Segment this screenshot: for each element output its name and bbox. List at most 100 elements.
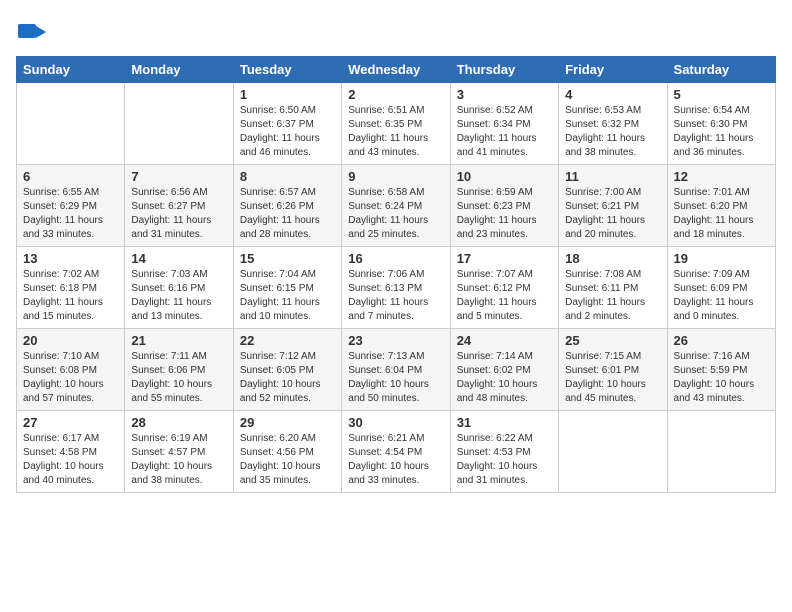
calendar-cell: 18 Sunrise: 7:08 AM Sunset: 6:11 PM Dayli… <box>559 247 667 329</box>
weekday-header-tuesday: Tuesday <box>233 57 341 83</box>
day-info: Sunrise: 6:17 AM Sunset: 4:58 PM Dayligh… <box>23 432 118 488</box>
calendar-cell: 14 Sunrise: 7:03 AM Sunset: 6:16 PM Dayli… <box>125 247 233 329</box>
day-info: Sunrise: 6:59 AM Sunset: 6:23 PM Dayligh… <box>457 186 552 242</box>
day-info: Sunrise: 6:21 AM Sunset: 4:54 PM Dayligh… <box>348 432 443 488</box>
day-number: 29 <box>240 415 335 430</box>
calendar-cell: 13Sunrise: 7:02 AM Sunset: 6:18 PM Dayli… <box>17 247 125 329</box>
day-number: 18 <box>565 251 660 266</box>
calendar-cell: 30 Sunrise: 6:21 AM Sunset: 4:54 PM Dayli… <box>342 411 450 493</box>
day-number: 26 <box>674 333 769 348</box>
calendar-cell: 29 Sunrise: 6:20 AM Sunset: 4:56 PM Dayli… <box>233 411 341 493</box>
calendar-cell: 28 Sunrise: 6:19 AM Sunset: 4:57 PM Dayli… <box>125 411 233 493</box>
calendar-cell <box>559 411 667 493</box>
day-info: Sunrise: 7:02 AM Sunset: 6:18 PM Dayligh… <box>23 268 118 324</box>
day-number: 9 <box>348 169 443 184</box>
day-number: 5 <box>674 87 769 102</box>
day-info: Sunrise: 7:16 AM Sunset: 5:59 PM Dayligh… <box>674 350 769 406</box>
day-number: 24 <box>457 333 552 348</box>
day-number: 14 <box>131 251 226 266</box>
day-info: Sunrise: 6:56 AM Sunset: 6:27 PM Dayligh… <box>131 186 226 242</box>
day-number: 16 <box>348 251 443 266</box>
calendar-cell: 7 Sunrise: 6:56 AM Sunset: 6:27 PM Daylig… <box>125 165 233 247</box>
weekday-header-monday: Monday <box>125 57 233 83</box>
day-info: Sunrise: 7:03 AM Sunset: 6:16 PM Dayligh… <box>131 268 226 324</box>
day-number: 17 <box>457 251 552 266</box>
day-info: Sunrise: 6:54 AM Sunset: 6:30 PM Dayligh… <box>674 104 769 160</box>
calendar-cell: 6 Sunrise: 6:55 AM Sunset: 6:29 PM Daylig… <box>17 165 125 247</box>
day-info: Sunrise: 6:52 AM Sunset: 6:34 PM Dayligh… <box>457 104 552 160</box>
calendar-cell: 9 Sunrise: 6:58 AM Sunset: 6:24 PM Daylig… <box>342 165 450 247</box>
calendar-week-row: 1 Sunrise: 6:50 AM Sunset: 6:37 PM Daylig… <box>17 83 776 165</box>
day-number: 7 <box>131 169 226 184</box>
calendar-cell: 10 Sunrise: 6:59 AM Sunset: 6:23 PM Dayli… <box>450 165 558 247</box>
calendar-week-row: 13Sunrise: 7:02 AM Sunset: 6:18 PM Dayli… <box>17 247 776 329</box>
day-info: Sunrise: 6:55 AM Sunset: 6:29 PM Dayligh… <box>23 186 118 242</box>
day-info: Sunrise: 7:11 AM Sunset: 6:06 PM Dayligh… <box>131 350 226 406</box>
calendar-cell: 1 Sunrise: 6:50 AM Sunset: 6:37 PM Daylig… <box>233 83 341 165</box>
day-number: 3 <box>457 87 552 102</box>
day-number: 1 <box>240 87 335 102</box>
day-number: 11 <box>565 169 660 184</box>
day-number: 30 <box>348 415 443 430</box>
calendar-cell <box>17 83 125 165</box>
calendar-cell: 26 Sunrise: 7:16 AM Sunset: 5:59 PM Dayli… <box>667 329 775 411</box>
calendar-cell: 4 Sunrise: 6:53 AM Sunset: 6:32 PM Daylig… <box>559 83 667 165</box>
day-info: Sunrise: 7:09 AM Sunset: 6:09 PM Dayligh… <box>674 268 769 324</box>
day-number: 31 <box>457 415 552 430</box>
calendar-cell <box>125 83 233 165</box>
header <box>16 16 776 48</box>
day-number: 20 <box>23 333 118 348</box>
weekday-header-row: SundayMondayTuesdayWednesdayThursdayFrid… <box>17 57 776 83</box>
day-info: Sunrise: 7:00 AM Sunset: 6:21 PM Dayligh… <box>565 186 660 242</box>
day-info: Sunrise: 7:07 AM Sunset: 6:12 PM Dayligh… <box>457 268 552 324</box>
calendar-cell: 3 Sunrise: 6:52 AM Sunset: 6:34 PM Daylig… <box>450 83 558 165</box>
day-info: Sunrise: 6:53 AM Sunset: 6:32 PM Dayligh… <box>565 104 660 160</box>
calendar-cell: 24 Sunrise: 7:14 AM Sunset: 6:02 PM Dayli… <box>450 329 558 411</box>
weekday-header-friday: Friday <box>559 57 667 83</box>
day-number: 25 <box>565 333 660 348</box>
day-info: Sunrise: 6:20 AM Sunset: 4:56 PM Dayligh… <box>240 432 335 488</box>
day-info: Sunrise: 6:57 AM Sunset: 6:26 PM Dayligh… <box>240 186 335 242</box>
day-number: 2 <box>348 87 443 102</box>
day-number: 6 <box>23 169 118 184</box>
day-info: Sunrise: 6:51 AM Sunset: 6:35 PM Dayligh… <box>348 104 443 160</box>
day-number: 4 <box>565 87 660 102</box>
calendar-cell: 17 Sunrise: 7:07 AM Sunset: 6:12 PM Dayli… <box>450 247 558 329</box>
day-number: 12 <box>674 169 769 184</box>
calendar-cell: 11 Sunrise: 7:00 AM Sunset: 6:21 PM Dayli… <box>559 165 667 247</box>
day-info: Sunrise: 7:14 AM Sunset: 6:02 PM Dayligh… <box>457 350 552 406</box>
day-info: Sunrise: 7:01 AM Sunset: 6:20 PM Dayligh… <box>674 186 769 242</box>
calendar-cell: 12 Sunrise: 7:01 AM Sunset: 6:20 PM Dayli… <box>667 165 775 247</box>
calendar-cell: 15 Sunrise: 7:04 AM Sunset: 6:15 PM Dayli… <box>233 247 341 329</box>
day-number: 10 <box>457 169 552 184</box>
calendar-cell: 25Sunrise: 7:15 AM Sunset: 6:01 PM Dayli… <box>559 329 667 411</box>
day-info: Sunrise: 6:22 AM Sunset: 4:53 PM Dayligh… <box>457 432 552 488</box>
calendar-cell: 16 Sunrise: 7:06 AM Sunset: 6:13 PM Dayli… <box>342 247 450 329</box>
day-info: Sunrise: 7:06 AM Sunset: 6:13 PM Dayligh… <box>348 268 443 324</box>
day-number: 28 <box>131 415 226 430</box>
calendar-cell: 8 Sunrise: 6:57 AM Sunset: 6:26 PM Daylig… <box>233 165 341 247</box>
logo-icon <box>16 16 48 48</box>
day-info: Sunrise: 6:58 AM Sunset: 6:24 PM Dayligh… <box>348 186 443 242</box>
calendar-cell: 2 Sunrise: 6:51 AM Sunset: 6:35 PM Daylig… <box>342 83 450 165</box>
day-info: Sunrise: 7:08 AM Sunset: 6:11 PM Dayligh… <box>565 268 660 324</box>
weekday-header-thursday: Thursday <box>450 57 558 83</box>
calendar-week-row: 20Sunrise: 7:10 AM Sunset: 6:08 PM Dayli… <box>17 329 776 411</box>
calendar-cell <box>667 411 775 493</box>
calendar-week-row: 6 Sunrise: 6:55 AM Sunset: 6:29 PM Daylig… <box>17 165 776 247</box>
day-info: Sunrise: 6:50 AM Sunset: 6:37 PM Dayligh… <box>240 104 335 160</box>
day-number: 8 <box>240 169 335 184</box>
calendar-cell: 19 Sunrise: 7:09 AM Sunset: 6:09 PM Dayli… <box>667 247 775 329</box>
calendar-cell: 23Sunrise: 7:13 AM Sunset: 6:04 PM Dayli… <box>342 329 450 411</box>
day-number: 19 <box>674 251 769 266</box>
calendar-cell: 31 Sunrise: 6:22 AM Sunset: 4:53 PM Dayli… <box>450 411 558 493</box>
day-info: Sunrise: 7:04 AM Sunset: 6:15 PM Dayligh… <box>240 268 335 324</box>
calendar-cell: 5 Sunrise: 6:54 AM Sunset: 6:30 PM Daylig… <box>667 83 775 165</box>
day-info: Sunrise: 7:12 AM Sunset: 6:05 PM Dayligh… <box>240 350 335 406</box>
weekday-header-sunday: Sunday <box>17 57 125 83</box>
calendar-cell: 20Sunrise: 7:10 AM Sunset: 6:08 PM Dayli… <box>17 329 125 411</box>
day-info: Sunrise: 7:13 AM Sunset: 6:04 PM Dayligh… <box>348 350 443 406</box>
day-number: 15 <box>240 251 335 266</box>
day-info: Sunrise: 6:19 AM Sunset: 4:57 PM Dayligh… <box>131 432 226 488</box>
calendar-cell: 22Sunrise: 7:12 AM Sunset: 6:05 PM Dayli… <box>233 329 341 411</box>
